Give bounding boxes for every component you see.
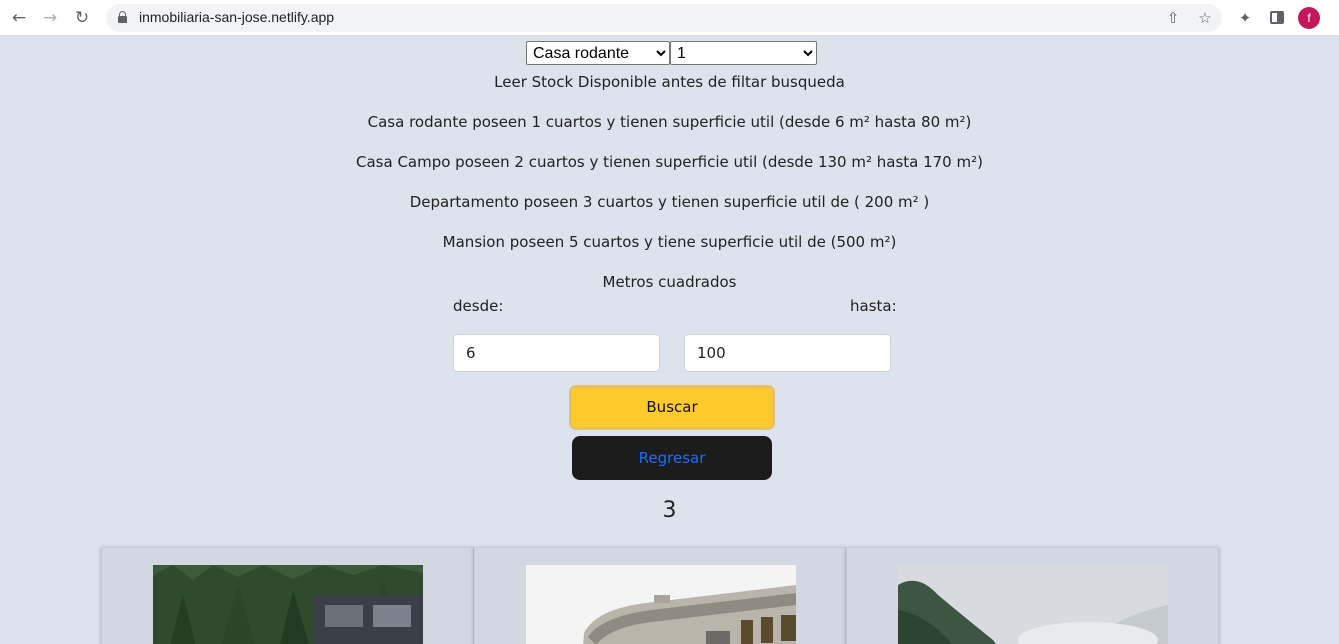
info-line-mansion: Mansion poseen 5 cuartos y tiene superfi…	[442, 233, 897, 251]
mountain-landscape-photo[interactable]	[898, 565, 1169, 644]
results-count: 3	[662, 498, 677, 523]
profile-avatar[interactable]: f	[1298, 7, 1320, 29]
page-content: Casa rodanteCasa CampoDepartamentoMansio…	[0, 37, 1339, 644]
info-line-casa-rodante: Casa rodante poseen 1 cuartos y tienen s…	[367, 113, 972, 131]
extensions-puzzle-icon[interactable]: ✦	[1235, 8, 1255, 28]
desde-label: desde:	[453, 297, 504, 315]
info-line-casa-campo: Casa Campo poseen 2 cuartos y tienen sup…	[356, 153, 983, 171]
back-arrow-icon[interactable]: ←	[9, 8, 29, 28]
result-card[interactable]	[473, 547, 847, 644]
url-text: inmobiliaria-san-jose.netlify.app	[139, 9, 335, 25]
filter-selects: Casa rodanteCasa CampoDepartamentoMansio…	[526, 41, 817, 65]
bookmark-star-icon[interactable]: ☆	[1195, 8, 1215, 28]
buscar-button[interactable]: Buscar	[569, 385, 775, 430]
regresar-button[interactable]: Regresar	[572, 436, 772, 480]
forward-arrow-icon[interactable]: →	[40, 8, 60, 28]
desde-input[interactable]: 6	[453, 334, 660, 372]
rv-motorhome-photo[interactable]	[525, 565, 796, 644]
rooms-select[interactable]: 1235	[670, 41, 817, 65]
browser-toolbar: ← → ↻ inmobiliaria-san-jose.netlify.app …	[0, 0, 1339, 36]
stock-note: Leer Stock Disponible antes de filtar bu…	[494, 73, 845, 91]
info-line-departamento: Departamento poseen 3 cuartos y tienen s…	[409, 193, 930, 211]
result-card[interactable]	[101, 547, 474, 644]
side-panel-icon[interactable]	[1270, 11, 1284, 24]
reload-icon[interactable]: ↻	[72, 8, 92, 28]
hasta-label: hasta:	[850, 297, 897, 315]
result-card[interactable]	[846, 547, 1220, 644]
hasta-input[interactable]: 100	[684, 334, 891, 372]
results-cards	[101, 547, 1220, 644]
property-type-select[interactable]: Casa rodanteCasa CampoDepartamentoMansio…	[526, 41, 670, 65]
lock-icon[interactable]	[118, 11, 127, 23]
address-bar[interactable]: inmobiliaria-san-jose.netlify.app ⇧ ☆	[106, 4, 1222, 32]
area-title: Metros cuadrados	[602, 273, 737, 291]
forest-trailer-photo[interactable]	[153, 565, 423, 644]
share-icon[interactable]: ⇧	[1163, 8, 1183, 28]
